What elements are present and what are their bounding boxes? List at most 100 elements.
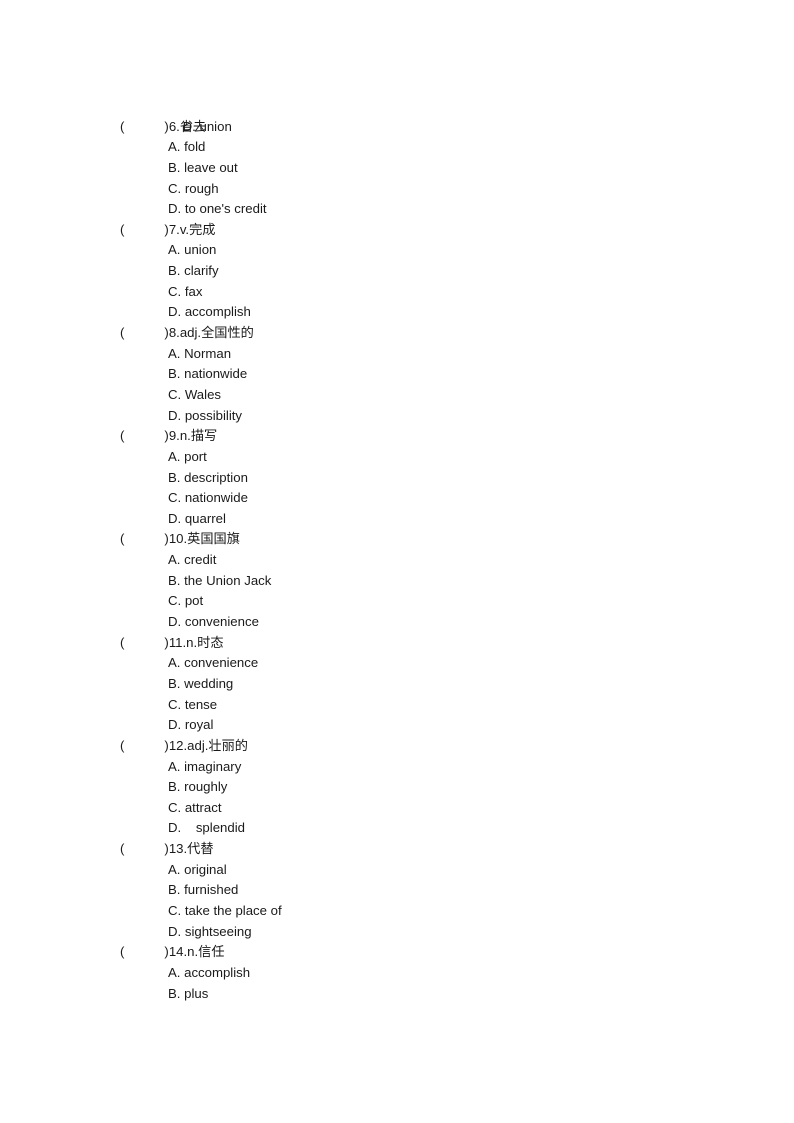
answer-option[interactable]: C. Wales bbox=[0, 385, 794, 406]
option-text: B. clarify bbox=[168, 263, 219, 279]
question-prompt: 信任 bbox=[198, 945, 225, 961]
part-of-speech: n. bbox=[186, 634, 198, 650]
option-text: B. roughly bbox=[168, 779, 228, 795]
answer-option[interactable]: B. furnished bbox=[0, 880, 794, 901]
option-text: C. fax bbox=[168, 283, 203, 299]
part-of-speech: v. bbox=[179, 221, 190, 237]
answer-blank-paren-open: ( bbox=[120, 737, 125, 753]
option-text: D. accomplish bbox=[168, 304, 251, 320]
option-text: D. splendid bbox=[168, 820, 245, 836]
answer-option[interactable]: A. convenience bbox=[0, 653, 794, 674]
option-text: D. quarrel bbox=[168, 510, 226, 526]
option-text: D. convenience bbox=[168, 614, 259, 630]
option-text: B. the Union Jack bbox=[168, 572, 272, 588]
question-stem: ()6.省去 bbox=[0, 117, 794, 138]
answer-option[interactable]: D. splendid bbox=[0, 818, 794, 839]
answer-option[interactable]: A. accomplish bbox=[0, 963, 794, 984]
answer-option[interactable]: C. take the place of bbox=[0, 901, 794, 922]
answer-blank-paren-open: ( bbox=[120, 221, 125, 237]
answer-option[interactable]: C. tense bbox=[0, 695, 794, 716]
question-prompt: 省去 bbox=[179, 119, 207, 135]
question-stem: ()8.adj.全国性的 bbox=[0, 323, 794, 344]
question-stem: ()13.代替 bbox=[0, 839, 794, 860]
question-prompt: 英国国旗 bbox=[187, 532, 240, 548]
part-of-speech: adj. bbox=[179, 325, 202, 341]
answer-option[interactable]: A. imaginary bbox=[0, 757, 794, 778]
document-page: D. union ()6.省去 A. fold B. leave out C. rou… bbox=[0, 0, 794, 1123]
option-text: C. nationwide bbox=[168, 490, 248, 506]
answer-option[interactable]: B. wedding bbox=[0, 674, 794, 695]
option-text: A. accomplish bbox=[168, 964, 251, 980]
option-text: D. royal bbox=[168, 717, 214, 733]
answer-blank-paren-open: ( bbox=[120, 531, 125, 547]
answer-option[interactable]: D. quarrel bbox=[0, 509, 794, 530]
answer-option[interactable]: A. original bbox=[0, 860, 794, 881]
answer-blank-paren-open: ( bbox=[120, 944, 125, 960]
answer-option[interactable]: B. leave out bbox=[0, 158, 794, 179]
option-text: C. pot bbox=[168, 593, 204, 609]
answer-option[interactable]: D. sightseeing bbox=[0, 922, 794, 943]
question-prompt: 全国性的 bbox=[201, 326, 254, 342]
answer-option[interactable]: B. description bbox=[0, 468, 794, 489]
answer-option[interactable]: C. rough bbox=[0, 179, 794, 200]
answer-blank-paren-open: ( bbox=[120, 841, 125, 857]
option-text: A. imaginary bbox=[168, 758, 242, 774]
question-number: 10. bbox=[168, 531, 188, 547]
option-text: C. attract bbox=[168, 799, 222, 815]
option-text: D. to one's credit bbox=[168, 201, 267, 217]
option-text: C. tense bbox=[168, 696, 218, 712]
answer-blank-paren-open: ( bbox=[120, 428, 125, 444]
answer-option[interactable]: B. roughly bbox=[0, 777, 794, 798]
answer-option[interactable]: A. union bbox=[0, 240, 794, 261]
answer-option[interactable]: C. pot bbox=[0, 591, 794, 612]
option-text: B. description bbox=[168, 469, 248, 485]
question-number: 12. bbox=[168, 737, 188, 753]
answer-option[interactable]: C. attract bbox=[0, 798, 794, 819]
question-number: 9. bbox=[168, 428, 180, 444]
question-number: 7. bbox=[168, 221, 180, 237]
answer-option[interactable]: D. possibility bbox=[0, 406, 794, 427]
option-text: B. wedding bbox=[168, 675, 234, 691]
option-text: A. credit bbox=[168, 552, 217, 568]
answer-option[interactable]: D. accomplish bbox=[0, 302, 794, 323]
question-number: 8. bbox=[168, 325, 180, 341]
question-stem: ()10.英国国旗 bbox=[0, 529, 794, 550]
answer-option[interactable]: A. Norman bbox=[0, 344, 794, 365]
option-text: B. nationwide bbox=[168, 366, 248, 382]
answer-blank-paren-open: ( bbox=[120, 634, 125, 650]
question-prompt: 壮丽的 bbox=[208, 738, 248, 754]
question-stem: ()11.n.时态 bbox=[0, 633, 794, 654]
question-stem: ()12.adj.壮丽的 bbox=[0, 736, 794, 757]
question-stem: ()9.n.描写 bbox=[0, 426, 794, 447]
question-number: 6. bbox=[168, 118, 180, 134]
answer-option[interactable]: C. fax bbox=[0, 282, 794, 303]
question-stem: ()7.v.完成 bbox=[0, 220, 794, 241]
question-prompt: 代替 bbox=[187, 842, 214, 858]
answer-option[interactable]: A. fold bbox=[0, 137, 794, 158]
option-text: A. convenience bbox=[168, 655, 259, 671]
option-text: D. sightseeing bbox=[168, 923, 252, 939]
answer-option[interactable]: B. clarify bbox=[0, 261, 794, 282]
question-number: 13. bbox=[168, 841, 188, 857]
question-list: ()6.省去 A. fold B. leave out C. rough D. to o… bbox=[0, 117, 794, 1005]
answer-blank-paren-open: ( bbox=[120, 118, 125, 134]
answer-option[interactable]: C. nationwide bbox=[0, 488, 794, 509]
answer-option[interactable]: D. convenience bbox=[0, 612, 794, 633]
answer-option[interactable]: A. port bbox=[0, 447, 794, 468]
option-text: A. union bbox=[168, 242, 217, 258]
answer-option[interactable]: A. credit bbox=[0, 550, 794, 571]
question-prompt: 描写 bbox=[190, 429, 218, 445]
option-text: B. furnished bbox=[168, 882, 239, 898]
answer-option[interactable]: B. plus bbox=[0, 984, 794, 1005]
answer-option[interactable]: D. to one's credit bbox=[0, 199, 794, 220]
option-text: A. original bbox=[168, 861, 227, 877]
answer-option[interactable]: D. royal bbox=[0, 715, 794, 736]
answer-option[interactable]: B. the Union Jack bbox=[0, 571, 794, 592]
option-text: D. possibility bbox=[168, 407, 243, 423]
part-of-speech: n. bbox=[187, 944, 199, 960]
answer-blank-paren-open: ( bbox=[120, 325, 125, 341]
question-number: 11. bbox=[168, 634, 187, 650]
question-prompt: 时态 bbox=[197, 635, 224, 651]
orphan-option-line: D. union bbox=[0, 96, 794, 134]
answer-option[interactable]: B. nationwide bbox=[0, 364, 794, 385]
